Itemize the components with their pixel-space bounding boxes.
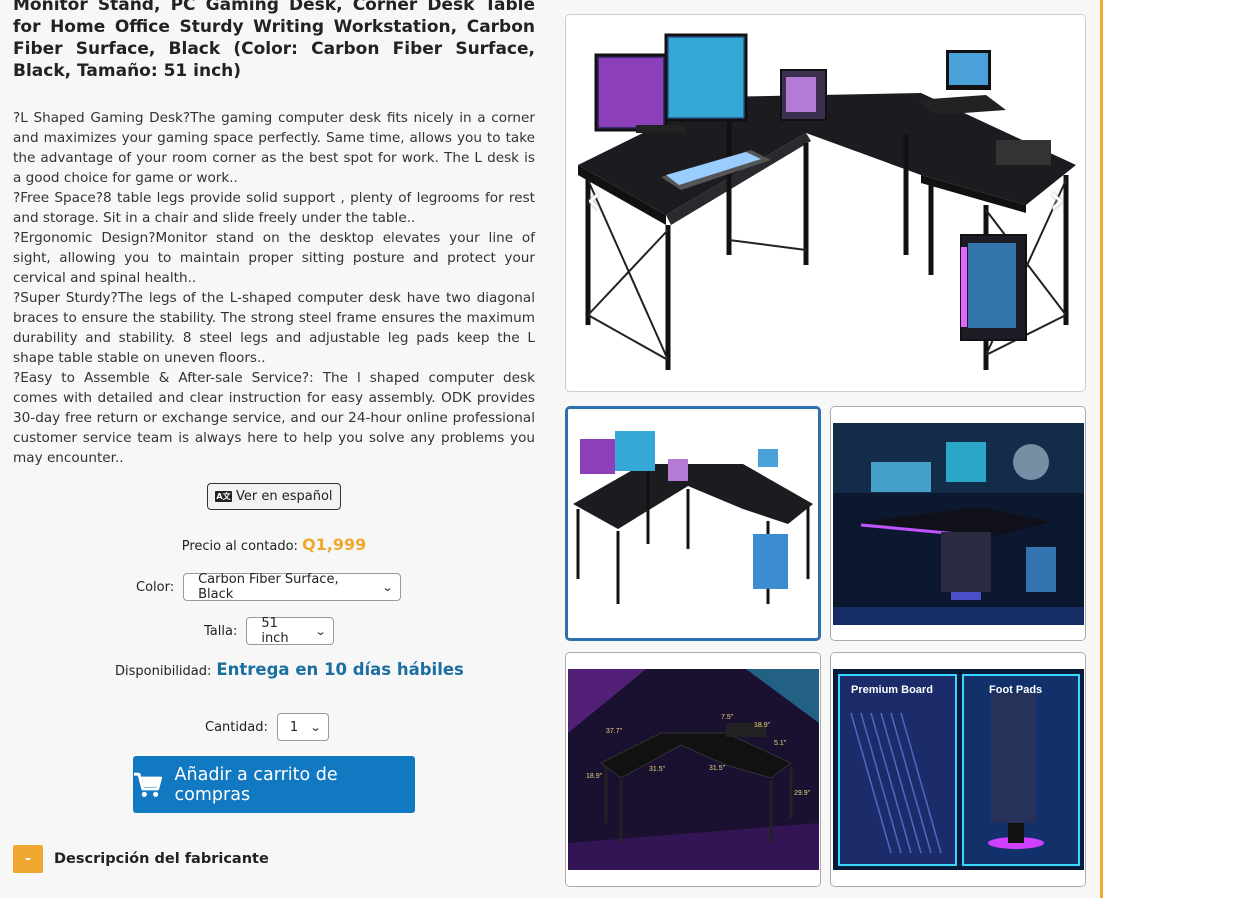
availability-value: Entrega en 10 días hábiles: [216, 660, 464, 679]
translate-button-label: Ver en español: [236, 489, 333, 504]
thumbnail-1[interactable]: [565, 406, 821, 641]
size-row: Talla: 51 inch ⌄: [204, 616, 335, 646]
size-label: Talla:: [204, 623, 238, 639]
color-select-value: Carbon Fiber Surface, Black: [198, 572, 339, 602]
manufacturer-section-title: Descripción del fabricante: [54, 851, 269, 867]
size-select-value: 51 inch: [261, 616, 289, 646]
description-paragraph: ?L Shaped Gaming Desk?The gaming compute…: [13, 110, 535, 186]
thumbnail-4[interactable]: Premium Board Foot Pads: [830, 652, 1086, 887]
dimension-label: 18.9": [586, 773, 603, 780]
thumbnail-2[interactable]: [830, 406, 1086, 641]
size-select[interactable]: 51 inch ⌄: [246, 616, 335, 646]
dimension-label: 7.5": [721, 714, 734, 721]
color-select[interactable]: Carbon Fiber Surface, Black ⌄: [183, 572, 402, 602]
chevron-down-icon: ⌄: [381, 580, 394, 594]
dimensions-thumbnail-image: 37.7" 7.5" 18.9" 5.1" 31.5" 31.5" 18.9" …: [566, 653, 820, 886]
availability-label: Disponibilidad:: [115, 664, 212, 679]
l-shaped-desk-image: [566, 15, 1085, 391]
shopping-cart-icon: [133, 772, 163, 797]
features-thumbnail-image: Premium Board Foot Pads: [831, 653, 1085, 886]
chevron-down-icon: ⌄: [314, 624, 327, 638]
dimension-label: 31.5": [649, 766, 666, 773]
description-paragraph: ?Free Space?8 table legs provide solid s…: [13, 190, 535, 226]
next-image-arrow-icon[interactable]: ›: [1049, 180, 1065, 220]
add-to-cart-label: Añadir a carrito de compras: [174, 764, 338, 805]
main-product-image[interactable]: ‹ ›: [565, 14, 1086, 392]
availability-row: Disponibilidad: Entrega en 10 días hábil…: [115, 660, 464, 679]
manufacturer-section-header[interactable]: - Descripción del fabricante: [13, 845, 269, 873]
price-value: Q1,999: [302, 535, 367, 554]
translate-button[interactable]: A文 Ver en español: [207, 483, 341, 510]
quantity-row: Cantidad: 1 ⌄: [205, 713, 329, 741]
description-paragraph: ?Ergonomic Design?Monitor stand on the d…: [13, 230, 535, 286]
product-title: Monitor Stand, PC Gaming Desk, Corner De…: [13, 0, 535, 81]
description-paragraph: ?Super Sturdy?The legs of the L-shaped c…: [13, 290, 535, 366]
product-page: Monitor Stand, PC Gaming Desk, Corner De…: [0, 0, 1255, 898]
price-label: Precio al contado:: [181, 539, 298, 554]
description-paragraph: ?Easy to Assemble & After-sale Service?:…: [13, 370, 535, 466]
dimension-label: 29.9": [794, 790, 811, 797]
chevron-down-icon: ⌄: [309, 720, 322, 734]
product-description: ?L Shaped Gaming Desk?The gaming compute…: [13, 108, 535, 468]
dimension-label: 18.9": [754, 722, 771, 729]
desk-thumbnail-image: [568, 409, 818, 638]
dimension-label: 37.7": [606, 728, 623, 735]
quantity-select[interactable]: 1 ⌄: [276, 713, 329, 741]
gaming-room-thumbnail-image: [831, 407, 1085, 640]
color-row: Color: Carbon Fiber Surface, Black ⌄: [136, 572, 402, 602]
collapse-toggle-button[interactable]: -: [13, 845, 43, 873]
add-to-cart-button[interactable]: Añadir a carrito de compras: [133, 756, 415, 813]
dimension-label: 5.1": [774, 740, 787, 747]
color-label: Color:: [136, 579, 175, 595]
price-row: Precio al contado: Q1,999: [13, 535, 535, 554]
thumbnail-3[interactable]: 37.7" 7.5" 18.9" 5.1" 31.5" 31.5" 18.9" …: [565, 652, 821, 887]
dimension-label: 31.5": [709, 765, 726, 772]
translate-icon: A文: [215, 491, 232, 502]
premium-board-label: Premium Board: [851, 684, 933, 696]
quantity-label: Cantidad:: [205, 719, 268, 735]
foot-pads-label: Foot Pads: [989, 684, 1042, 696]
quantity-select-value: 1: [289, 719, 299, 735]
right-panel: [1103, 0, 1255, 898]
previous-image-arrow-icon[interactable]: ‹: [586, 180, 602, 220]
